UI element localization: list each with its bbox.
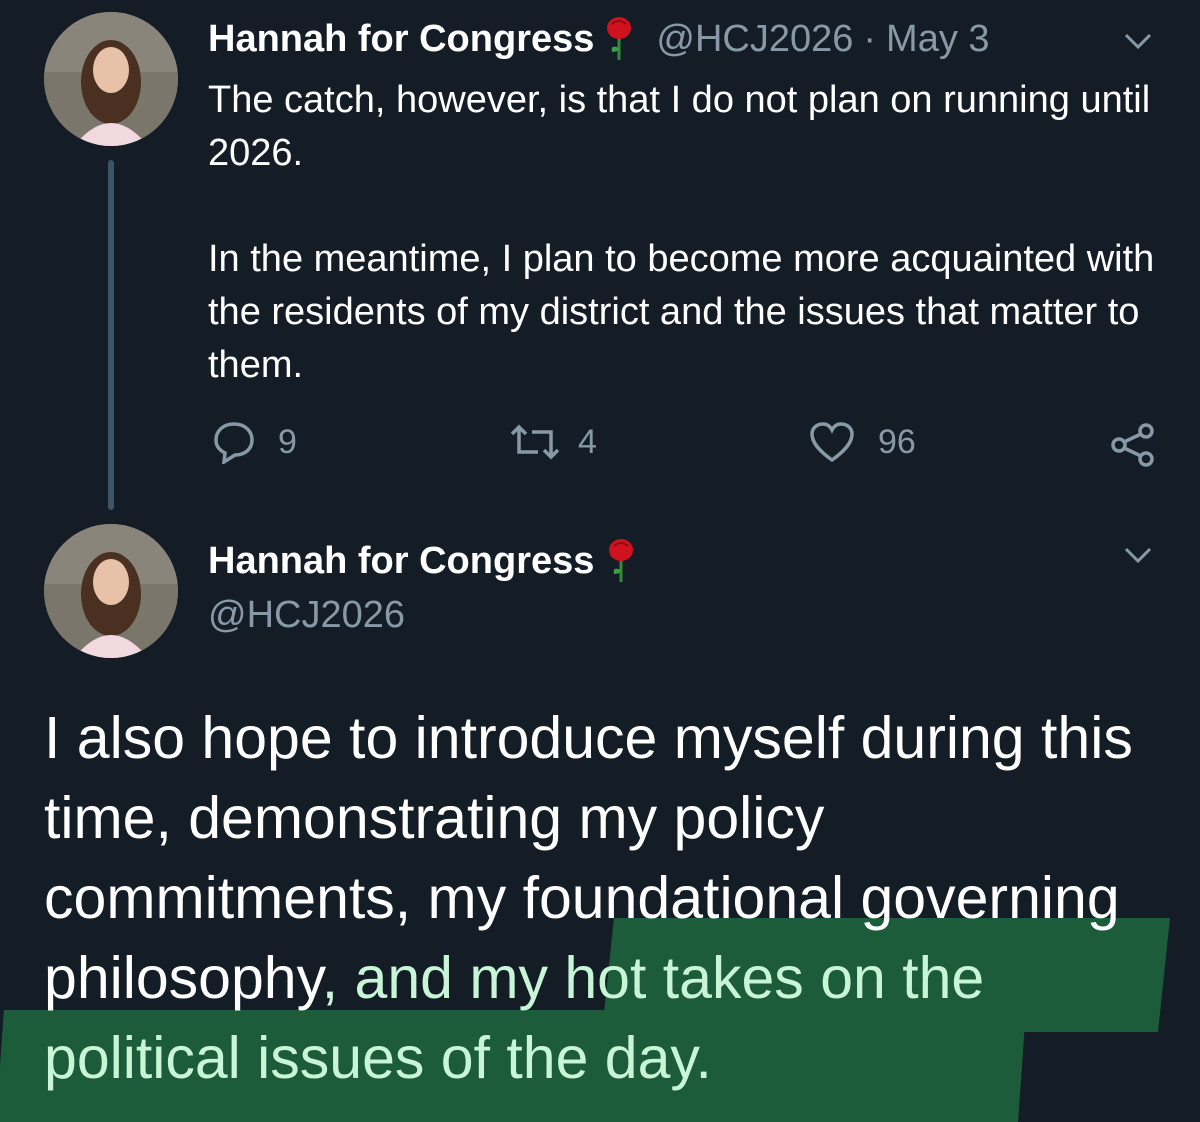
- share-icon[interactable]: [1110, 422, 1156, 468]
- retweet-count: 4: [578, 422, 597, 461]
- reply-button[interactable]: 9: [212, 420, 297, 464]
- chevron-down-icon[interactable]: [1124, 32, 1152, 50]
- separator: ·: [863, 17, 877, 60]
- handle[interactable]: @HCJ2026: [656, 18, 853, 61]
- heart-icon: [810, 422, 854, 463]
- rose-emoji-icon: [604, 16, 634, 62]
- like-button[interactable]: 96: [808, 420, 916, 464]
- tweet-text: The catch, however, is that I do not pla…: [208, 79, 1155, 386]
- handle[interactable]: @HCJ2026: [208, 594, 405, 637]
- avatar[interactable]: [44, 12, 178, 146]
- like-count: 96: [878, 422, 916, 461]
- reply-bubble-icon: [214, 422, 254, 464]
- retweet-button[interactable]: 4: [508, 420, 597, 464]
- avatar[interactable]: [44, 524, 178, 658]
- rose-emoji-icon: [606, 538, 636, 584]
- thread-line: [108, 160, 114, 510]
- display-name[interactable]: Hannah for Congress: [208, 18, 594, 61]
- chevron-down-icon[interactable]: [1124, 546, 1152, 564]
- retweet-icon: [510, 424, 560, 460]
- reply-count: 9: [278, 422, 297, 461]
- tweet-date[interactable]: May 3: [886, 18, 989, 61]
- tweet-text: I also hope to introduce myself during t…: [44, 698, 1184, 1098]
- display-name[interactable]: Hannah for Congress: [208, 540, 594, 583]
